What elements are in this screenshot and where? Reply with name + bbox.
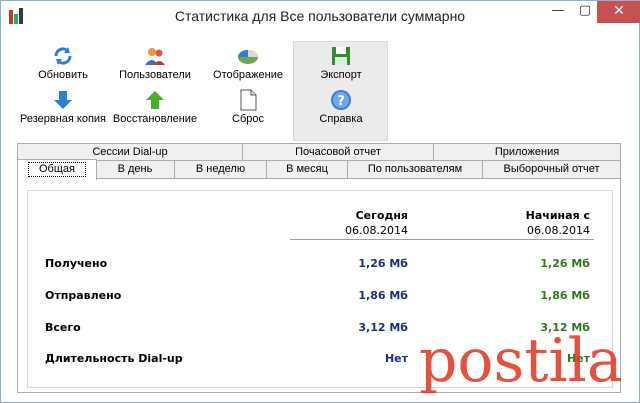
- export-label: Экспорт: [320, 69, 362, 81]
- document-icon: [240, 89, 257, 111]
- display-label: Отображение: [213, 69, 283, 81]
- help-label: Справка: [319, 113, 363, 125]
- svg-text:postila.ru: postila.ru: [419, 326, 627, 393]
- tab-per-week[interactable]: В неделю: [174, 160, 267, 179]
- sent-since: 1,86 Мб: [540, 289, 590, 302]
- row-label-received: Получено: [45, 257, 108, 270]
- help-button[interactable]: ? Справка: [291, 89, 391, 125]
- row-label-dialup-duration: Длительность Dial-up: [45, 352, 183, 365]
- tab-hourly-report[interactable]: Почасовой отчет: [242, 143, 434, 161]
- received-since: 1,26 Мб: [540, 257, 590, 270]
- restore-label: Восстановление: [112, 113, 198, 125]
- header-divider: [290, 239, 594, 240]
- save-icon: [332, 47, 350, 65]
- dialup-today: Нет: [384, 352, 408, 365]
- tab-per-month[interactable]: В месяц: [266, 160, 348, 179]
- svg-text:?: ?: [337, 94, 345, 109]
- tab-general-label: Общая: [28, 162, 86, 177]
- refresh-label: Обновить: [38, 69, 88, 81]
- display-button[interactable]: Отображение: [198, 45, 298, 81]
- maximize-button[interactable]: ▢: [572, 1, 598, 23]
- since-date: 06.08.2014: [527, 224, 590, 237]
- users-button[interactable]: Пользователи: [105, 45, 205, 81]
- tab-general[interactable]: Общая: [17, 159, 97, 180]
- tab-applications[interactable]: Приложения: [433, 143, 621, 161]
- help-icon: ?: [331, 90, 351, 110]
- tab-strip-top: Сессии Dial-up Почасовой отчет Приложени…: [17, 143, 621, 161]
- window-title: Статистика для Все пользователи суммарно: [174, 8, 466, 24]
- tab-custom-report[interactable]: Выборочный отчет: [482, 160, 621, 179]
- display-icon: [238, 50, 258, 64]
- today-header: Сегодня: [355, 209, 408, 222]
- total-today: 3,12 Мб: [358, 321, 408, 334]
- tab-by-users[interactable]: По пользователям: [347, 160, 483, 179]
- sent-today: 1,86 Мб: [358, 289, 408, 302]
- statistics-window: Статистика для Все пользователи суммарно…: [0, 0, 640, 403]
- arrow-down-icon: [54, 91, 72, 109]
- minimize-button[interactable]: —: [545, 1, 571, 23]
- title-bar[interactable]: Статистика для Все пользователи суммарно…: [1, 1, 640, 31]
- today-date: 06.08.2014: [345, 224, 408, 237]
- refresh-button[interactable]: Обновить: [13, 45, 113, 81]
- close-button[interactable]: ✕: [597, 1, 640, 23]
- row-label-sent: Отправлено: [45, 289, 122, 302]
- since-header: Начиная с: [525, 209, 590, 222]
- arrow-up-icon: [146, 91, 164, 109]
- tab-per-day[interactable]: В день: [95, 160, 175, 179]
- backup-label: Резервная копия: [19, 113, 107, 125]
- restore-button[interactable]: Восстановление: [105, 89, 205, 125]
- postila-watermark-logo: postila.ru: [419, 326, 627, 393]
- tab-strip-bottom: В день В неделю В месяц По пользователям…: [17, 159, 621, 180]
- backup-button[interactable]: Резервная копия: [13, 89, 113, 125]
- export-button[interactable]: Экспорт: [291, 45, 391, 81]
- toolbar: Обновить Пользователи Отображение Экспор…: [1, 31, 639, 141]
- received-today: 1,26 Мб: [358, 257, 408, 270]
- users-label: Пользователи: [119, 69, 191, 81]
- row-label-total: Всего: [45, 321, 81, 334]
- users-icon: [145, 48, 165, 65]
- refresh-icon: [54, 47, 72, 65]
- reset-button[interactable]: Сброс: [198, 89, 298, 125]
- reset-label: Сброс: [232, 113, 264, 125]
